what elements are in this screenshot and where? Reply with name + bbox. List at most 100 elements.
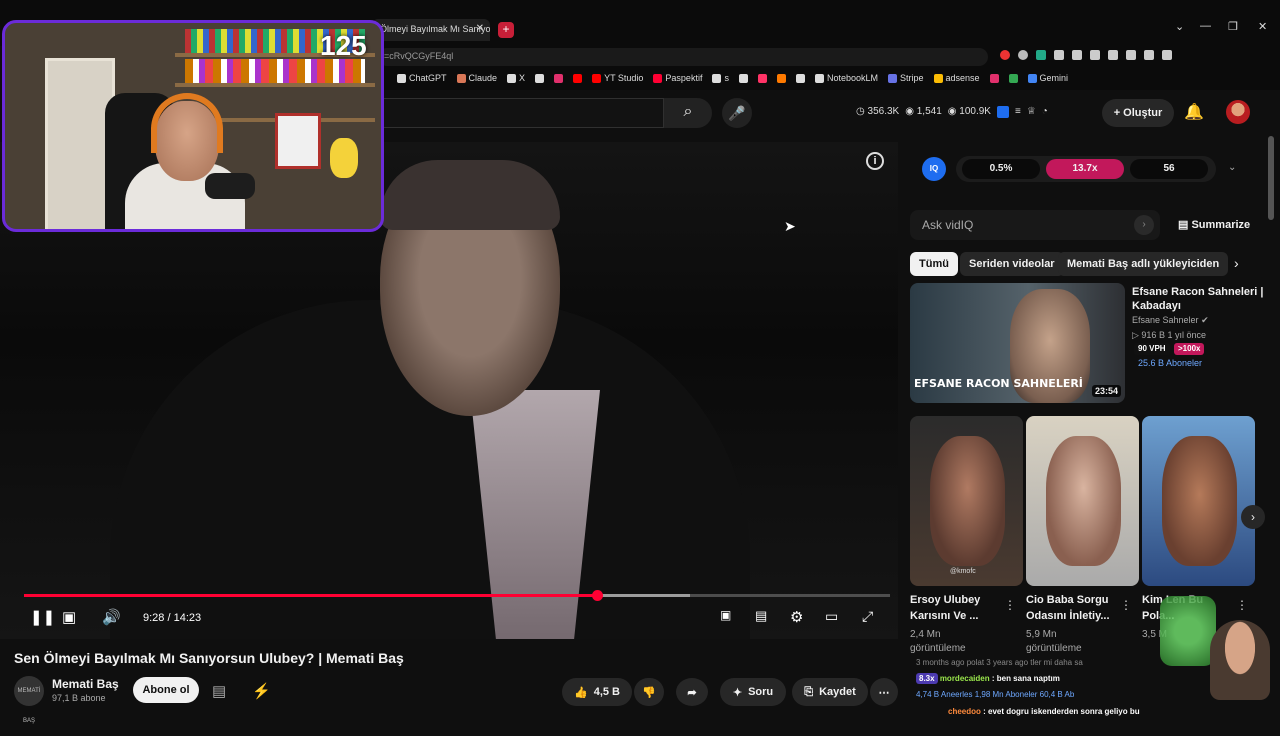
share-button[interactable]: ➦ xyxy=(676,678,708,706)
tab-close-icon[interactable]: ✕ xyxy=(476,23,484,34)
short-thumbnail[interactable]: @kmofc xyxy=(910,416,1023,586)
address-bar[interactable]: =cRvQCGyFE4ql xyxy=(378,48,988,66)
document-icon[interactable]: ▤ xyxy=(212,682,226,700)
bookmark-label: Stripe xyxy=(899,73,924,83)
summarize-button[interactable]: ▤ Summarize xyxy=(1178,218,1250,231)
search-button[interactable]: ⌕ xyxy=(664,98,712,128)
short-title[interactable]: Cio Baba Sorgu Odasını İnletiy... xyxy=(1026,592,1122,624)
sticker-image xyxy=(1160,596,1216,666)
subtitles-icon[interactable]: ▤ xyxy=(755,608,767,624)
info-icon[interactable]: i xyxy=(866,152,884,170)
chip-uploader[interactable]: Memati Baş adlı yükleyiciden xyxy=(1058,252,1229,276)
bookmark-item[interactable] xyxy=(573,73,583,83)
extension-icon[interactable] xyxy=(1018,50,1028,60)
bookmark-icon xyxy=(507,73,517,83)
minimize-button[interactable]: — xyxy=(1200,20,1211,32)
bookmark-icon xyxy=(573,73,583,83)
chip-next-icon[interactable]: › xyxy=(1234,255,1239,271)
extension-icon[interactable] xyxy=(1126,50,1136,60)
bookmark-item[interactable]: Gemini xyxy=(1027,73,1068,83)
ask-submit-icon[interactable]: › xyxy=(1134,215,1154,235)
extension-icon[interactable] xyxy=(1054,50,1064,60)
bookmark-icon xyxy=(1008,73,1018,83)
bookmark-item[interactable]: X xyxy=(507,73,525,83)
notification-small-icon[interactable]: ◔ xyxy=(1042,106,1048,118)
bookmark-item[interactable]: Claude xyxy=(456,73,497,83)
theater-mode-icon[interactable]: ▭ xyxy=(825,608,838,625)
bookmark-item[interactable] xyxy=(776,73,786,83)
trophy-icon[interactable]: ♕ xyxy=(1027,106,1036,118)
vidiq-badge[interactable]: IQ xyxy=(922,157,946,181)
ask-button[interactable]: ✦ Soru xyxy=(720,678,786,706)
recommended-channel[interactable]: Efsane Sahneler ✔ xyxy=(1132,315,1209,326)
chip-all[interactable]: Tümü xyxy=(910,252,958,276)
bookmark-item[interactable] xyxy=(1008,73,1018,83)
page-scrollbar[interactable] xyxy=(1268,136,1274,220)
voice-search-button[interactable]: 🎤 xyxy=(722,98,752,128)
bookmark-item[interactable]: ChatGPT xyxy=(397,73,447,83)
extension-icon[interactable] xyxy=(1108,50,1118,60)
short-thumbnail[interactable] xyxy=(1026,416,1139,586)
volume-icon[interactable]: 🔊 xyxy=(102,608,121,626)
dislike-button[interactable]: 👎 xyxy=(634,678,664,706)
new-tab-button[interactable]: + xyxy=(498,22,514,38)
bookmark-item[interactable] xyxy=(757,73,767,83)
bookmark-item[interactable] xyxy=(795,73,805,83)
miniplayer-thumbnail-icon[interactable]: ▣ xyxy=(62,608,76,626)
stat-eye: ◉ 1,541 xyxy=(905,106,942,117)
browser-tab[interactable]: Ölmeyi Bayılmak Mı Sanıyor ✕ xyxy=(372,19,490,41)
pause-icon[interactable]: ❚❚ xyxy=(30,608,55,626)
save-button[interactable]: ⎘ Kaydet xyxy=(792,678,868,706)
channel-name[interactable]: Memati Baş xyxy=(52,677,119,691)
short-menu-icon[interactable]: ⋮ xyxy=(1236,598,1248,612)
fullscreen-icon[interactable]: ⤢ xyxy=(862,608,873,625)
bookmark-item[interactable]: Stripe xyxy=(887,73,924,83)
bookmark-item[interactable]: NotebookLM xyxy=(814,73,878,83)
tab-search-icon[interactable]: ⌄ xyxy=(1175,20,1184,33)
bookmark-item[interactable]: s xyxy=(712,73,729,83)
notifications-bell-icon[interactable]: 🔔 xyxy=(1184,102,1204,122)
bookmark-item[interactable]: Paspektif xyxy=(653,73,702,83)
short-thumbnail[interactable] xyxy=(1142,416,1255,586)
pikachu-figure-image xyxy=(330,138,358,178)
lightning-icon[interactable]: ⚡ xyxy=(252,682,271,700)
settings-gear-icon[interactable]: ⚙ xyxy=(790,608,803,626)
extension-icon[interactable] xyxy=(1072,50,1082,60)
ask-vidiq-input[interactable]: Ask vidIQ xyxy=(910,210,1160,240)
extension-icon[interactable] xyxy=(1144,50,1154,60)
extension-icon[interactable] xyxy=(1036,50,1046,60)
chevron-down-icon[interactable]: ⌄ xyxy=(1228,162,1236,173)
vidiq-metric-score: 56 xyxy=(1130,159,1208,179)
bookmark-item[interactable] xyxy=(535,73,545,83)
extension-icon[interactable] xyxy=(1162,50,1172,60)
bookmark-label: adsense xyxy=(945,73,980,83)
create-button[interactable]: + Oluştur xyxy=(1102,99,1174,127)
vidiq-player-icon[interactable]: ▣ xyxy=(720,608,731,622)
user-avatar[interactable] xyxy=(1226,100,1250,124)
more-actions-button[interactable]: ⋯ xyxy=(870,678,898,706)
subscribe-button[interactable]: Abone ol xyxy=(133,677,199,703)
list-icon[interactable]: ≡ xyxy=(1015,106,1021,118)
shorts-next-icon[interactable]: › xyxy=(1241,505,1265,529)
progress-played xyxy=(24,594,598,597)
bookmark-item[interactable] xyxy=(738,73,748,83)
close-window-button[interactable]: ✕ xyxy=(1258,20,1267,33)
bookmark-item[interactable] xyxy=(554,73,564,83)
vidiq-icon[interactable] xyxy=(996,106,1009,118)
short-menu-icon[interactable]: ⋮ xyxy=(1004,598,1016,612)
short-menu-icon[interactable]: ⋮ xyxy=(1120,598,1132,612)
bookmark-item[interactable] xyxy=(989,73,999,83)
like-button[interactable]: 👍 4,5 B xyxy=(562,678,632,706)
bookmark-item[interactable]: YT Studio xyxy=(592,73,643,83)
maximize-button[interactable]: ❐ xyxy=(1228,20,1238,33)
channel-avatar[interactable]: MEMATİ BAŞ xyxy=(14,676,44,724)
extension-icon[interactable] xyxy=(1000,50,1010,60)
extension-icon[interactable] xyxy=(1090,50,1100,60)
chip-series[interactable]: Seriden videolar xyxy=(960,252,1064,276)
bookmarks-list: ChatGPT Claude X YT Studio Paspektif s Noteboo… xyxy=(397,73,1068,83)
recommended-title[interactable]: Efsane Racon Sahneleri | Kabadayı xyxy=(1132,285,1268,313)
search-input[interactable] xyxy=(380,98,664,128)
bookmark-item[interactable]: adsense xyxy=(933,73,980,83)
short-title[interactable]: Ersoy Ulubey Karısını Ve ... xyxy=(910,592,1006,624)
stat-views: ◉ 100.9K xyxy=(947,106,991,117)
